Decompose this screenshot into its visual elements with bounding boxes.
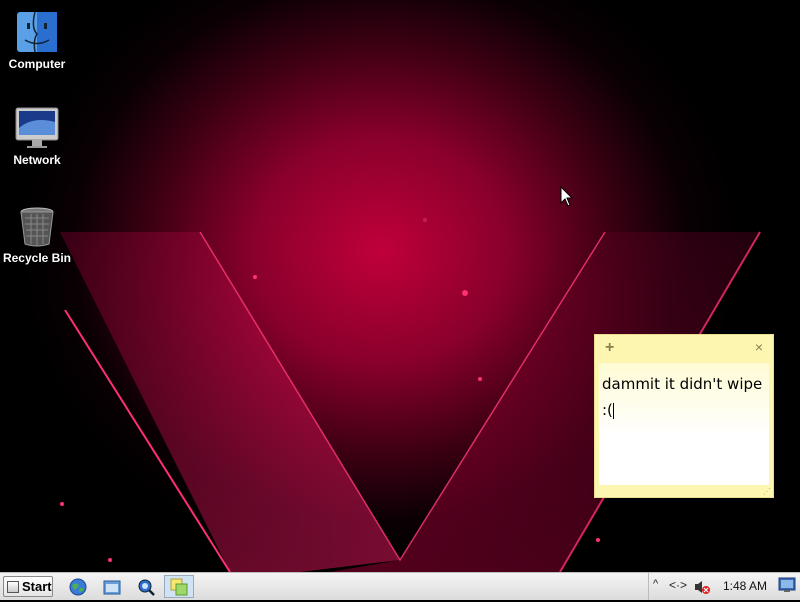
search-icon[interactable]: [136, 577, 156, 597]
taskbar: Start ^ <·> 1:48 AM: [0, 572, 800, 600]
desktop-icon-label: Network: [13, 153, 61, 167]
start-button[interactable]: Start: [3, 576, 53, 597]
add-note-button[interactable]: +: [605, 339, 614, 357]
desktop-icon-label: Computer: [8, 57, 66, 71]
mouse-pointer-icon: [560, 185, 574, 213]
folder-icon[interactable]: [102, 577, 122, 597]
sticky-notes-icon: [170, 578, 188, 596]
network-status-icon[interactable]: <·>: [669, 578, 687, 592]
desktop-background[interactable]: Computer Network Recycle Bin + × dammit …: [0, 0, 800, 572]
taskbar-button-sticky-notes[interactable]: [164, 575, 194, 598]
show-desktop-icon[interactable]: [778, 577, 796, 593]
clock[interactable]: 1:48 AM: [723, 579, 767, 593]
show-hidden-icons-button[interactable]: ^: [653, 578, 658, 590]
start-icon: [7, 580, 19, 593]
close-note-button[interactable]: ×: [755, 339, 763, 355]
sticky-note-titlebar[interactable]: + ×: [595, 335, 773, 361]
sticky-note-text-area[interactable]: dammit it didn't wipe :(: [599, 363, 769, 485]
desktop-icon-recycle-bin[interactable]: Recycle Bin: [0, 204, 77, 265]
desktop-icon-computer[interactable]: Computer: [0, 10, 77, 71]
volume-muted-icon[interactable]: [693, 579, 711, 600]
trash-can-icon: [15, 204, 59, 248]
sticky-note-line: :(: [602, 401, 614, 419]
text-caret: [612, 402, 614, 419]
sticky-note[interactable]: + × dammit it didn't wipe :( ⋰: [594, 334, 774, 498]
globe-icon[interactable]: [68, 577, 88, 597]
resize-grip-icon[interactable]: ⋰: [763, 487, 771, 496]
desktop-icon-network[interactable]: Network: [0, 106, 77, 167]
imac-monitor-icon: [15, 106, 59, 150]
finder-face-icon: [15, 10, 59, 54]
desktop-icon-label: Recycle Bin: [2, 251, 72, 265]
start-label: Start: [22, 579, 52, 594]
sticky-note-line: dammit it didn't wipe: [602, 375, 763, 393]
system-tray: ^ <·> 1:48 AM: [648, 573, 800, 600]
